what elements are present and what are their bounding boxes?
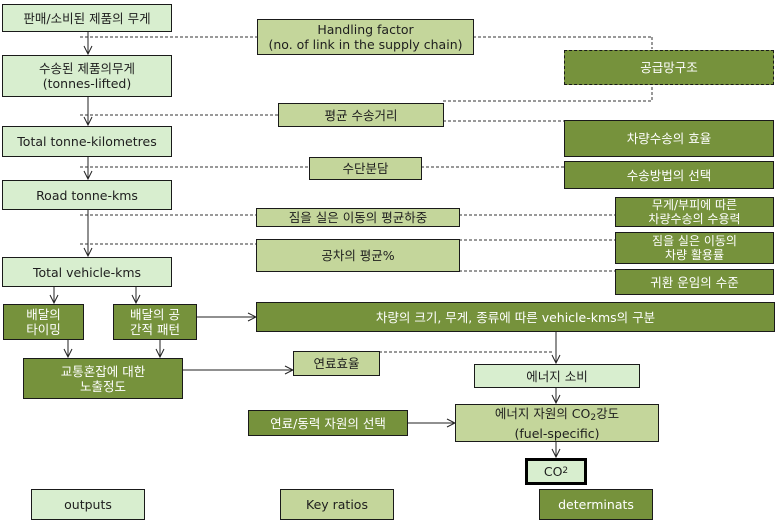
key-ratio-handling-factor: Handling factor (no. of link in the supp… [257,19,474,55]
determinant-vehicle-transport-efficiency: 차량수송의 효율 [564,120,774,157]
determinant-vehicle-utilization: 짐을 실은 이동의 차량 활용률 [615,232,774,264]
determinant-backload-level: 귀환 운임의 수준 [615,269,774,295]
legend-outputs: outputs [31,489,145,520]
determinant-delivery-timing: 배달의 타이밍 [3,304,84,340]
output-product-weight-sold: 판매/소비된 제품의 무게 [2,4,172,32]
determinant-fuel-source-choice: 연료/동력 자원의 선택 [248,410,408,436]
key-ratio-modal-split: 수단분담 [309,157,422,180]
determinant-vehicle-km-split: 차량의 크기, 무게, 종류에 따른 vehicle-kms의 구분 [256,302,775,332]
co2-intensity-line1: 에너지 자원의 CO2강도 [494,405,620,423]
determinant-supply-chain-structure: 공급망구조 [564,50,774,85]
determinant-congestion-exposure: 교통혼잡에 대한 노출정도 [23,358,183,399]
determinant-delivery-spatial-pattern: 배달의 공 간적 패턴 [113,304,197,340]
determinant-transport-mode-choice: 수송방법의 선택 [564,161,774,189]
output-total-vehicle-km: Total vehicle-kms [2,257,172,287]
key-ratio-fuel-efficiency: 연료효율 [293,351,380,376]
co2-intensity-line2: (fuel-specific) [514,425,600,441]
output-co2-intensity: 에너지 자원의 CO2강도 (fuel-specific) [455,404,659,442]
legend-key-ratios: Key ratios [280,489,394,520]
key-ratio-avg-payload: 짐을 실은 이동의 평균하중 [256,208,460,227]
output-total-tonne-km: Total tonne-kilometres [2,126,172,157]
output-product-weight-transported: 수송된 제품의무게 (tonnes-lifted) [2,55,172,97]
legend-determinants: determinats [539,489,653,520]
key-ratio-avg-empty-running: 공차의 평균% [256,239,460,272]
output-co2: CO 2 [525,458,587,485]
determinant-vehicle-capacity: 무게/부피에 따른 차량수송의 수용력 [615,197,774,227]
output-energy-consumption: 에너지 소비 [474,364,640,388]
output-road-tonne-km: Road tonne-kms [2,180,172,210]
key-ratio-avg-haul-length: 평균 수송거리 [278,103,444,127]
